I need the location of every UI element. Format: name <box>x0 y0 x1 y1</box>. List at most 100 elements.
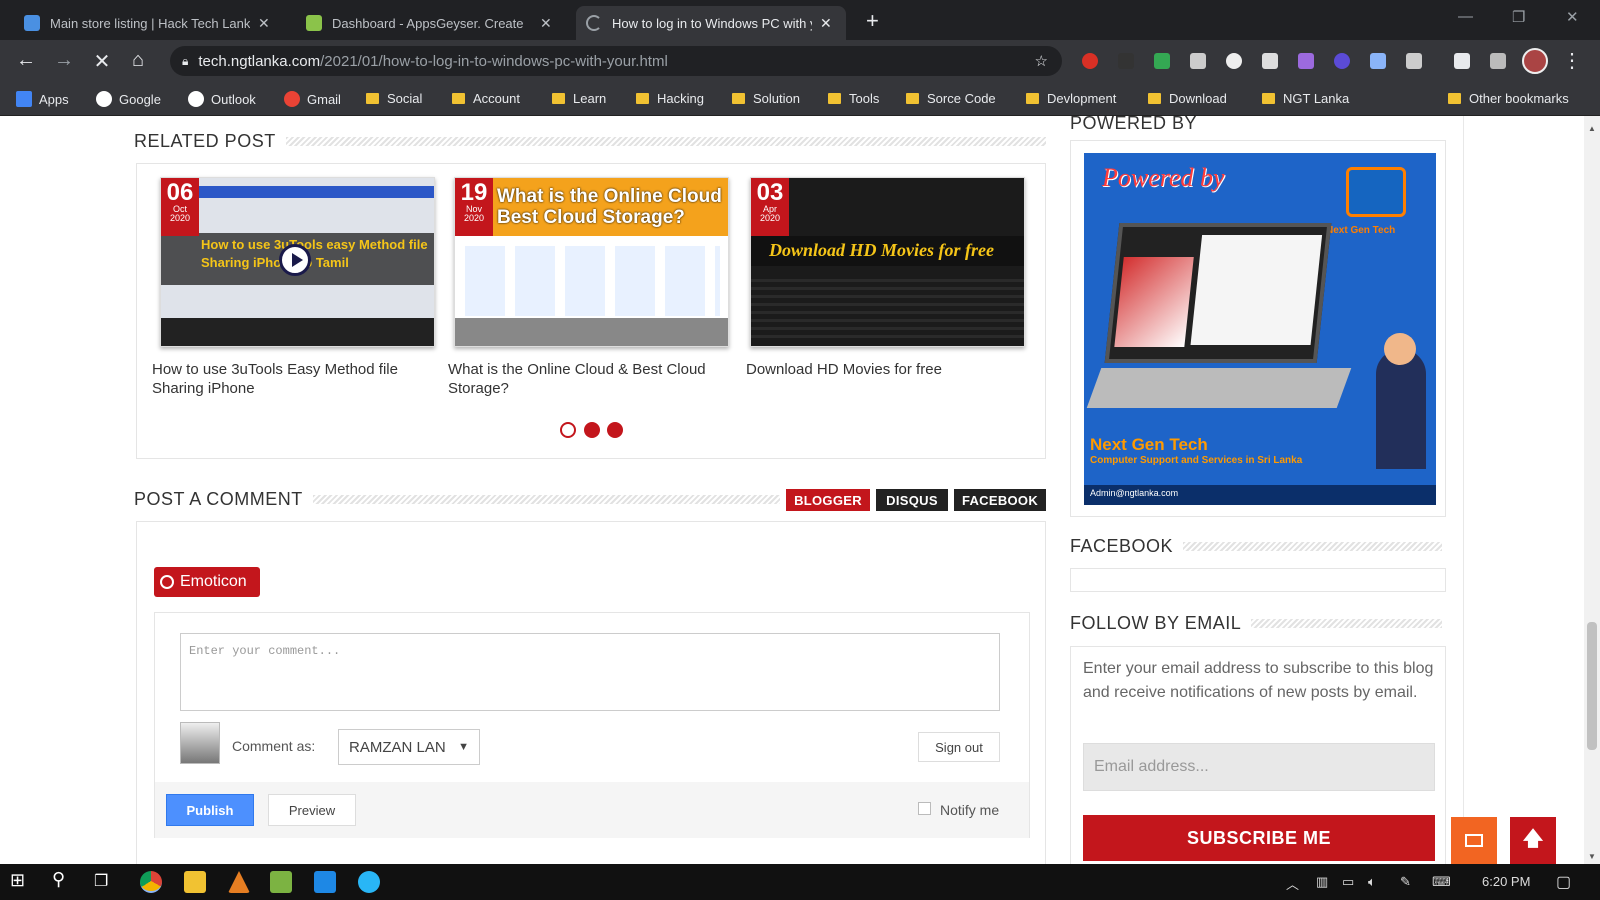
bookmark-account[interactable]: Account <box>452 91 520 106</box>
browser-tab-3-active[interactable]: How to log in to Windows PC with your ✕ <box>576 6 846 40</box>
email-address-input[interactable]: Email address... <box>1083 743 1435 791</box>
bookmark-devlopment[interactable]: Devlopment <box>1026 91 1116 106</box>
home-icon[interactable]: ⌂ <box>126 49 150 72</box>
forward-arrow-icon[interactable]: → <box>52 49 76 72</box>
extension-icon[interactable] <box>1334 53 1350 69</box>
volume-icon[interactable]: 🔈︎ <box>1368 874 1376 890</box>
ad-footer-subtitle: Computer Support and Services in Sri Lan… <box>1090 455 1303 466</box>
tab-disqus[interactable]: DISQUS <box>876 489 948 511</box>
back-arrow-icon[interactable]: ← <box>14 49 38 72</box>
play-icon[interactable] <box>279 244 311 276</box>
close-tab-icon[interactable]: ✕ <box>820 15 832 32</box>
folder-icon <box>366 93 379 104</box>
bookmark-label: Outlook <box>211 91 256 107</box>
account-select[interactable]: RAMZAN LAN ▼ <box>338 729 480 765</box>
shield-icon[interactable] <box>1262 53 1278 69</box>
telegram-icon[interactable] <box>358 871 380 893</box>
app-icon[interactable] <box>314 871 336 893</box>
tab-facebook[interactable]: FACEBOOK <box>954 489 1046 511</box>
stop-loading-icon[interactable]: ✕ <box>90 49 114 74</box>
bookmark-sorce-code[interactable]: Sorce Code <box>906 91 996 106</box>
scroll-up-icon[interactable]: ▲ <box>1588 124 1596 133</box>
scrollbar-thumb[interactable] <box>1587 622 1597 750</box>
bookmarks-bar: Apps Google Outlook Gmail Social Account Learn… <box>0 82 1600 116</box>
extension-icon[interactable] <box>1190 53 1206 69</box>
back-to-top-button[interactable]: 🡅 <box>1510 817 1556 864</box>
comment-textarea[interactable]: Enter your comment... <box>180 633 1000 711</box>
chevron-down-icon: ▼ <box>458 741 469 753</box>
folder-icon <box>552 93 565 104</box>
bookmark-learn[interactable]: Learn <box>552 91 606 106</box>
windows-start-icon[interactable]: ⊞ <box>10 870 32 892</box>
browser-tab-1[interactable]: Main store listing | Hack Tech Lanka ✕ <box>14 6 290 40</box>
extension-icon[interactable] <box>1154 53 1170 69</box>
bookmark-ngt-lanka[interactable]: NGT Lanka <box>1262 91 1349 106</box>
bookmark-tools[interactable]: Tools <box>828 91 879 106</box>
extension-icon[interactable] <box>1082 53 1098 69</box>
tab-blogger[interactable]: BLOGGER <box>786 489 870 511</box>
vlc-icon[interactable] <box>228 871 250 893</box>
profile-avatar[interactable] <box>1522 48 1548 74</box>
sign-out-button[interactable]: Sign out <box>918 732 1000 762</box>
related-post-card-1[interactable]: How to use 3uTools easy Method file Shar… <box>160 177 435 347</box>
search-icon[interactable]: ⚲ <box>52 869 74 891</box>
bookmark-gmail[interactable]: Gmail <box>284 91 341 107</box>
bookmark-download[interactable]: Download <box>1148 91 1227 106</box>
scroll-down-icon[interactable]: ▼ <box>1588 852 1596 861</box>
folder-icon <box>1262 93 1275 104</box>
bookmark-apps[interactable]: Apps <box>16 91 69 107</box>
notify-checkbox[interactable] <box>918 802 931 815</box>
browser-tab-2[interactable]: Dashboard - AppsGeyser. Create ✕ <box>296 6 564 40</box>
bookmark-star-icon[interactable]: ☆ <box>1035 52 1048 70</box>
carousel-dot-1[interactable] <box>560 422 576 438</box>
related-post-title[interactable]: What is the Online Cloud & Best Cloud St… <box>448 360 718 398</box>
extension-icon[interactable] <box>1118 53 1134 69</box>
bookmark-solution[interactable]: Solution <box>732 91 800 106</box>
related-post-card-3[interactable]: Download HD Movies for free 03 Apr 2020 <box>750 177 1025 347</box>
chevron-up-icon[interactable]: ︿ <box>1286 874 1299 893</box>
extension-icon[interactable] <box>1298 53 1314 69</box>
chrome-taskbar-icon[interactable] <box>140 871 162 893</box>
close-tab-icon[interactable]: ✕ <box>258 15 270 32</box>
close-tab-icon[interactable]: ✕ <box>540 15 552 32</box>
keyboard-icon[interactable]: ⌨ <box>1432 874 1451 890</box>
address-bar[interactable]: 🔒︎ tech.ngtlanka.com/2021/01/how-to-log-… <box>170 46 1062 76</box>
notifications-icon[interactable]: ▢ <box>1556 872 1571 892</box>
ngt-ad-banner[interactable]: Powered by Next Gen Tech Next Gen Tech C… <box>1084 153 1436 505</box>
page-scrollbar[interactable] <box>1584 116 1600 864</box>
extension-icon[interactable] <box>1370 53 1386 69</box>
folder-icon <box>1026 93 1039 104</box>
gmail-icon <box>284 91 300 107</box>
related-post-card-2[interactable]: What is the Online Cloud Best Cloud Stor… <box>454 177 729 347</box>
task-view-icon[interactable]: ❐ <box>94 871 116 893</box>
new-tab-button[interactable]: + <box>866 8 879 34</box>
notepad-icon[interactable] <box>270 871 292 893</box>
extension-icon[interactable] <box>1226 53 1242 69</box>
network-icon[interactable]: ▥ <box>1316 874 1328 890</box>
related-post-title[interactable]: How to use 3uTools Easy Method file Shar… <box>152 360 422 398</box>
other-bookmarks[interactable]: Other bookmarks <box>1448 91 1569 106</box>
subscribe-button[interactable]: SUBSCRIBE ME <box>1083 815 1435 861</box>
related-post-title[interactable]: Download HD Movies for free <box>746 360 1016 379</box>
publish-button[interactable]: Publish <box>166 794 254 826</box>
email-float-button[interactable] <box>1451 817 1497 864</box>
minimize-icon[interactable]: — <box>1458 8 1473 25</box>
media-icon[interactable] <box>1490 53 1506 69</box>
menu-icon[interactable]: ⋮ <box>1560 48 1584 73</box>
close-window-icon[interactable]: ✕ <box>1566 8 1579 26</box>
emoticon-button[interactable]: Emoticon <box>154 567 260 597</box>
bookmark-hacking[interactable]: Hacking <box>636 91 704 106</box>
bookmark-outlook[interactable]: Outlook <box>188 91 256 107</box>
preview-button[interactable]: Preview <box>268 794 356 826</box>
carousel-dot-3[interactable] <box>607 422 623 438</box>
extension-icon[interactable] <box>1406 53 1422 69</box>
battery-icon[interactable]: ▭ <box>1342 874 1354 890</box>
bookmark-social[interactable]: Social <box>366 91 422 106</box>
bookmark-google[interactable]: Google <box>96 91 161 107</box>
puzzle-icon[interactable] <box>1454 53 1470 69</box>
carousel-dot-2[interactable] <box>584 422 600 438</box>
pen-icon[interactable]: ✎ <box>1400 874 1411 890</box>
clock[interactable]: 6:20 PM <box>1482 874 1530 889</box>
restore-icon[interactable]: ❐ <box>1512 8 1525 26</box>
file-explorer-icon[interactable] <box>184 871 206 893</box>
